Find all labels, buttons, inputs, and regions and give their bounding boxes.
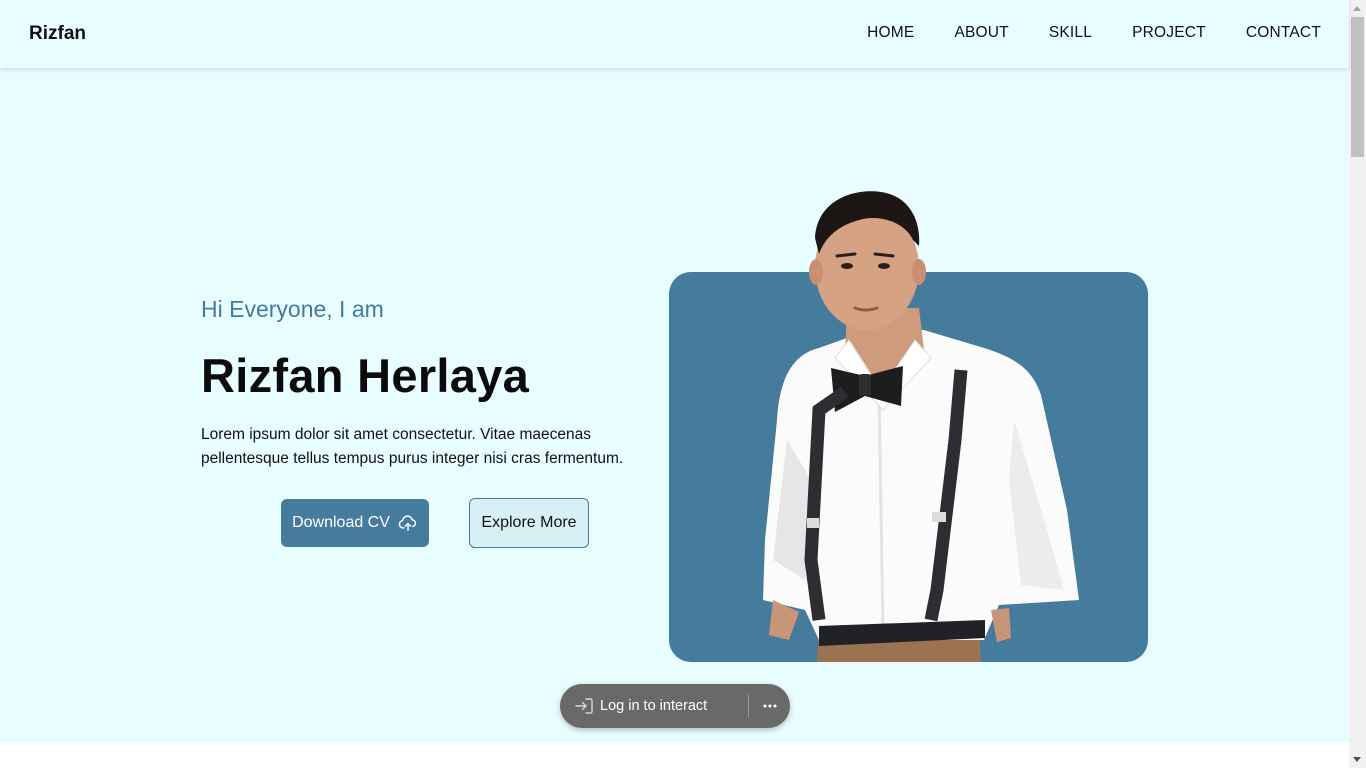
login-overlay: Log in to interact xyxy=(560,684,790,728)
download-cv-button[interactable]: Download CV xyxy=(281,499,429,547)
hero-name: Rizfan Herlaya xyxy=(201,349,530,402)
explore-more-button[interactable]: Explore More xyxy=(469,498,589,548)
download-cv-label: Download CV xyxy=(292,514,390,531)
navbar: Rizfan HOME ABOUT SKILL PROJECT CONTACT xyxy=(0,0,1349,68)
scroll-up-arrow-icon[interactable] xyxy=(1353,6,1361,11)
page-background: Rizfan HOME ABOUT SKILL PROJECT CONTACT … xyxy=(0,0,1349,742)
nav-link-home[interactable]: HOME xyxy=(867,24,914,42)
nav-link-contact[interactable]: CONTACT xyxy=(1246,24,1321,42)
brand-logo[interactable]: Rizfan xyxy=(29,23,86,45)
sign-in-icon xyxy=(574,697,594,715)
hero-description: Lorem ipsum dolor sit amet consectetur. … xyxy=(201,426,624,467)
nav-link-skill[interactable]: SKILL xyxy=(1049,24,1092,42)
more-options-button[interactable] xyxy=(749,704,790,708)
nav-links: HOME ABOUT SKILL PROJECT CONTACT xyxy=(867,24,1321,42)
profile-photo xyxy=(669,180,1148,662)
login-label: Log in to interact xyxy=(600,698,708,714)
scroll-thumb[interactable] xyxy=(1351,17,1364,157)
vertical-scrollbar[interactable] xyxy=(1349,0,1366,768)
nav-link-about[interactable]: ABOUT xyxy=(954,24,1008,42)
hero-greeting: Hi Everyone, I am xyxy=(201,296,384,322)
nav-link-project[interactable]: PROJECT xyxy=(1132,24,1206,42)
login-button[interactable]: Log in to interact xyxy=(560,697,748,715)
scroll-down-arrow-icon[interactable] xyxy=(1353,757,1361,762)
more-horizontal-icon xyxy=(763,704,777,708)
cloud-upload-icon xyxy=(398,514,418,532)
